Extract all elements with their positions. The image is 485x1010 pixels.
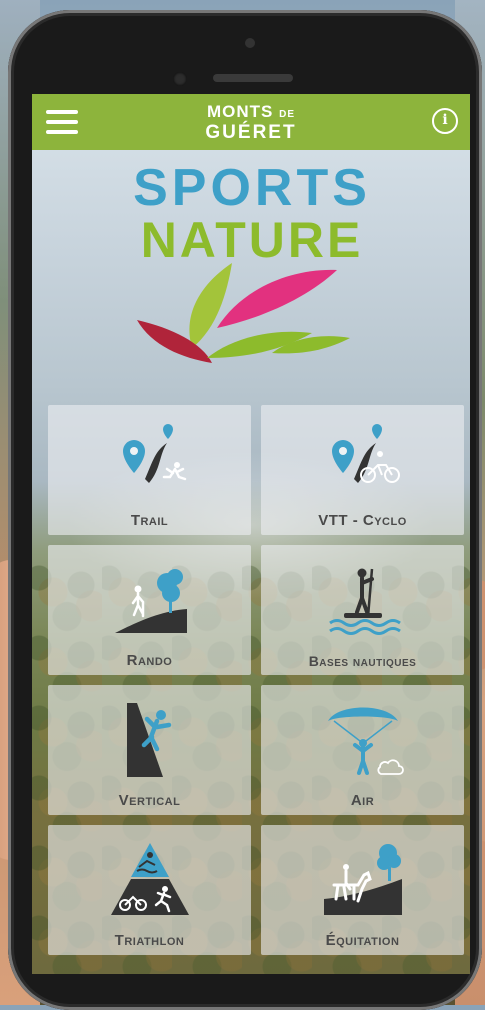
category-grid: Trail VTT - Cyclo Rando Bases nautiques … — [48, 405, 468, 955]
category-label: Triathlon — [114, 932, 185, 949]
brand-line1: MONTS — [206, 102, 274, 121]
brand-line1-suffix: DE — [279, 109, 296, 120]
earpiece-speaker — [213, 74, 293, 82]
triathlon-icon — [110, 843, 189, 915]
brand-logo: MONTS DE GUÉRET — [32, 102, 470, 143]
category-tile-bases-nautiques[interactable]: Bases nautiques — [261, 545, 464, 675]
proximity-sensor — [173, 72, 187, 86]
category-tile-trail[interactable]: Trail — [48, 405, 251, 535]
info-icon[interactable]: i — [432, 108, 458, 134]
category-tile-air[interactable]: Air — [261, 685, 464, 815]
category-label: VTT - Cyclo — [318, 512, 407, 529]
trail-icon — [122, 424, 186, 483]
top-bar: MONTS DE GUÉRET i — [32, 94, 470, 150]
category-tile-equitation[interactable]: Équitation — [261, 825, 464, 955]
category-label: Rando — [126, 652, 173, 669]
horse-riding-icon — [323, 844, 402, 915]
category-tile-rando[interactable]: Rando — [48, 545, 251, 675]
paddle-icon — [328, 568, 401, 635]
app-screen: MONTS DE GUÉRET i SPORTS NATURE Trail VT… — [32, 94, 470, 974]
bike-icon — [331, 424, 400, 483]
sports-nature-logo: SPORTS NATURE — [132, 162, 372, 368]
hiking-icon — [114, 569, 187, 633]
category-label: Équitation — [325, 932, 400, 949]
category-label: Vertical — [118, 792, 181, 809]
leaf-emblem-icon — [137, 263, 350, 363]
front-camera — [245, 38, 255, 48]
category-label: Trail — [130, 512, 169, 529]
category-tile-triathlon[interactable]: Triathlon — [48, 825, 251, 955]
logo-sports-text: SPORTS — [133, 159, 371, 217]
category-label: Bases nautiques — [308, 653, 417, 669]
phone-frame: MONTS DE GUÉRET i SPORTS NATURE Trail VT… — [8, 10, 482, 1010]
category-tile-vertical[interactable]: Vertical — [48, 685, 251, 815]
brand-line2: GUÉRET — [205, 122, 297, 143]
category-tile-vtt-cyclo[interactable]: VTT - Cyclo — [261, 405, 464, 535]
category-label: Air — [350, 792, 375, 809]
logo-nature-text: NATURE — [140, 212, 364, 268]
climbing-icon — [126, 703, 171, 777]
paragliding-icon — [327, 707, 404, 775]
